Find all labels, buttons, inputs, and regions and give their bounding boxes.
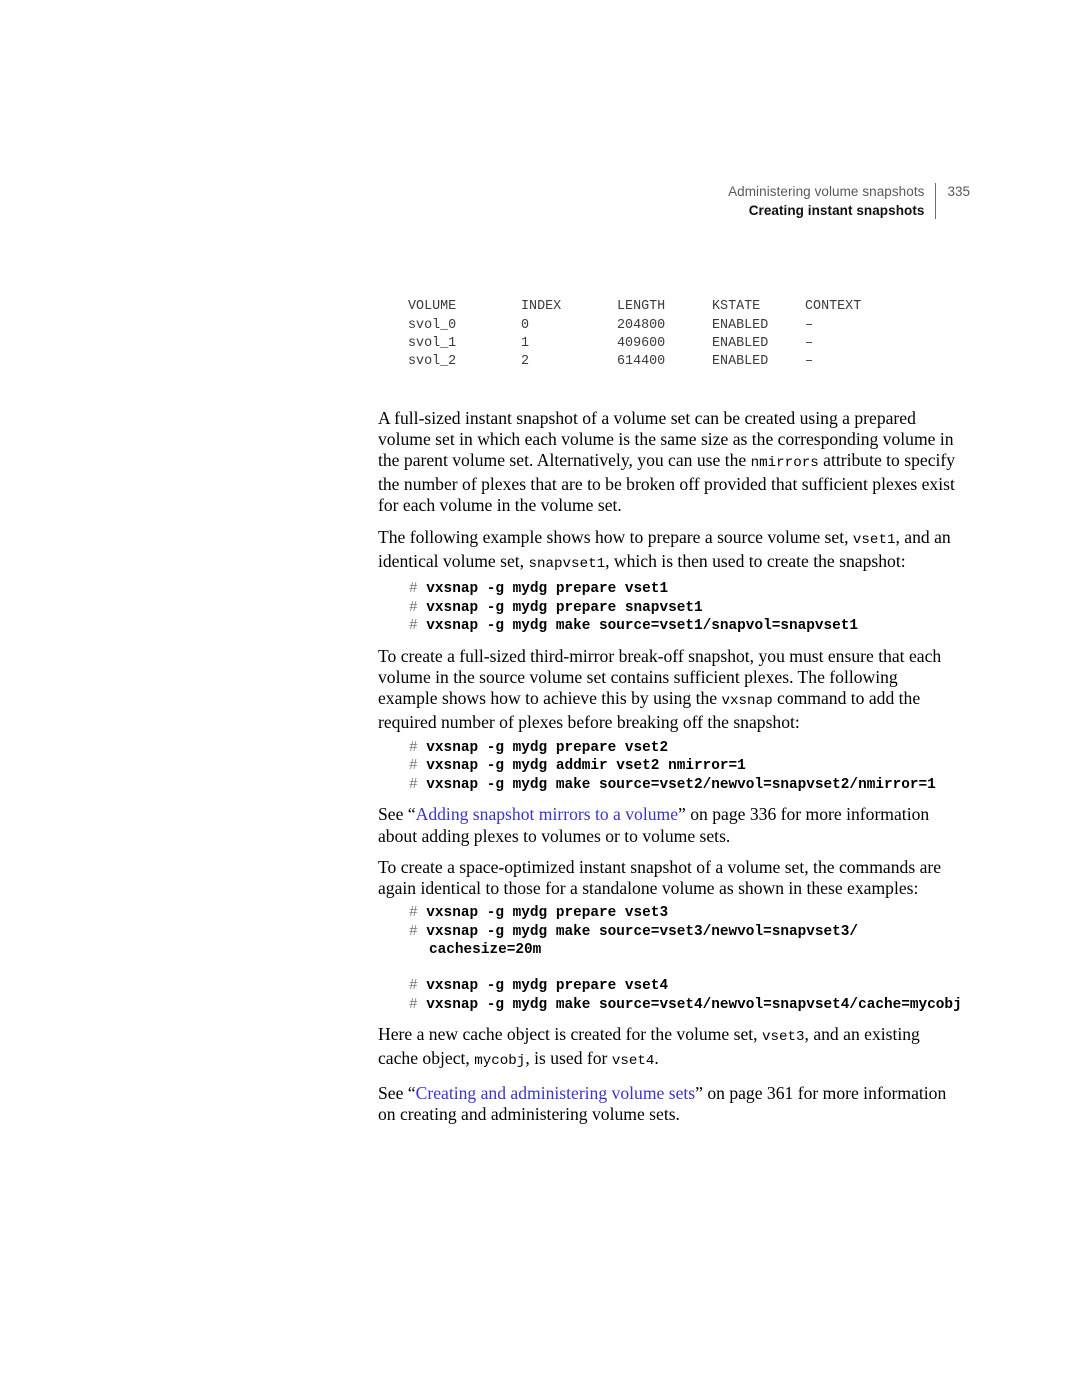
cell-context: –: [805, 317, 814, 333]
paragraph-third-mirror-breakoff: To create a full-sized third-mirror brea…: [378, 646, 960, 734]
command-text: vxsnap -g mydg make source=vset1/snapvol…: [426, 618, 859, 635]
inline-code-vxsnap: vxsnap: [721, 693, 773, 710]
command-line: # vxsnap -g mydg prepare vset2: [409, 739, 960, 758]
shell-prompt: #: [409, 758, 427, 775]
cross-reference-link-creating-volume-sets[interactable]: Creating and administering volume sets: [416, 1083, 696, 1103]
inline-code-nmirrors: nmirrors: [750, 455, 819, 472]
command-text: vxsnap -g mydg prepare vset4: [426, 978, 669, 995]
cell-context: –: [805, 335, 814, 351]
command-block-vset3-vset4: # vxsnap -g mydg prepare vset3 # vxsnap …: [409, 904, 962, 1015]
shell-prompt: #: [409, 739, 427, 756]
column-header-context: CONTEXT: [805, 299, 862, 315]
command-line: # vxsnap -g mydg prepare vset1: [409, 580, 960, 599]
command-block-spacer: [409, 960, 960, 977]
running-header: Administering volume snapshots Creating …: [728, 182, 970, 220]
cell-volume: svol_1: [408, 335, 457, 351]
paragraph-full-sized-snapshot: A full-sized instant snapshot of a volum…: [378, 408, 960, 517]
column-header-index: INDEX: [521, 299, 562, 315]
inline-code-vset3: vset3: [761, 1029, 805, 1046]
command-text: vxsnap -g mydg prepare vset2: [426, 739, 669, 756]
cli-output-table: VOLUME INDEX LENGTH KSTATE CONTEXT svol_0 0 204…: [408, 262, 960, 408]
command-line: # vxsnap -g mydg prepare vset4: [409, 977, 960, 996]
cell-length: 409600: [617, 335, 666, 351]
table-row: svol_2 2 614400 ENABLED –: [408, 353, 960, 371]
column-header-volume: VOLUME: [408, 299, 457, 315]
command-line: # vxsnap -g mydg prepare vset3: [409, 904, 960, 923]
command-text: vxsnap -g mydg addmir vset2 nmirror=1: [426, 758, 746, 775]
paragraph-text: .: [654, 1048, 659, 1069]
shell-prompt: #: [409, 996, 427, 1013]
command-block-vset2: # vxsnap -g mydg prepare vset2 # vxsnap …: [409, 739, 960, 795]
paragraph-text: The following example shows how to prepa…: [378, 526, 853, 547]
command-text: vxsnap -g mydg make source=vset3/newvol=…: [426, 923, 859, 940]
inline-code-vset4: vset4: [611, 1053, 655, 1070]
command-text: vxsnap -g mydg make source=vset4/newvol=…: [426, 996, 962, 1013]
shell-prompt: #: [409, 905, 427, 922]
cell-index: 0: [521, 317, 530, 333]
command-text: vxsnap -g mydg prepare vset3: [426, 905, 669, 922]
cell-length: 204800: [617, 317, 666, 333]
column-header-length: LENGTH: [617, 299, 666, 315]
header-chapter-section: Creating instant snapshots: [748, 203, 925, 218]
shell-prompt: #: [409, 618, 427, 635]
shell-prompt: #: [409, 581, 427, 598]
command-line: # vxsnap -g mydg make source=vset2/newvo…: [409, 776, 960, 795]
paragraph-see-creating-volume-sets: See “Creating and administering volume s…: [378, 1083, 960, 1125]
cell-volume: svol_2: [408, 354, 457, 370]
paragraph-text: Here a new cache object is created for t…: [378, 1024, 762, 1045]
command-line: # vxsnap -g mydg make source=vset4/newvo…: [409, 996, 962, 1015]
command-line: # vxsnap -g mydg make source=vset3/newvo…: [409, 923, 960, 942]
command-line: # vxsnap -g mydg prepare snapvset1: [409, 599, 960, 618]
header-title-group: Administering volume snapshots Creating …: [728, 182, 935, 220]
inline-code-vset1: vset1: [852, 531, 896, 548]
cell-index: 2: [521, 354, 530, 370]
command-text: vxsnap -g mydg prepare vset1: [426, 581, 669, 598]
cell-context: –: [805, 354, 814, 370]
cell-length: 614400: [617, 354, 666, 370]
page-number: 335: [947, 184, 970, 199]
cell-index: 1: [521, 335, 530, 351]
shell-prompt: #: [409, 776, 427, 793]
command-text: vxsnap -g mydg make source=vset2/newvol=…: [426, 776, 936, 793]
command-line: # vxsnap -g mydg make source=vset1/snapv…: [409, 617, 960, 636]
column-header-kstate: KSTATE: [712, 299, 761, 315]
paragraph-text: , is used for: [525, 1048, 612, 1069]
paragraph-text: See “: [378, 1082, 416, 1103]
shell-prompt: #: [409, 599, 427, 616]
page-content: VOLUME INDEX LENGTH KSTATE CONTEXT svol_0 0 204…: [378, 262, 962, 1125]
paragraph-following-example: The following example shows how to prepa…: [378, 527, 960, 575]
inline-code-snapvset1: snapvset1: [528, 555, 606, 572]
command-line: # vxsnap -g mydg addmir vset2 nmirror=1: [409, 757, 960, 776]
header-book-section: Administering volume snapshots: [728, 184, 925, 199]
inline-code-mycobj: mycobj: [474, 1053, 526, 1070]
paragraph-cache-object-explanation: Here a new cache object is created for t…: [378, 1024, 960, 1072]
shell-prompt: #: [409, 978, 427, 995]
table-row: svol_1 1 409600 ENABLED –: [408, 335, 960, 353]
table-row: svol_0 0 204800 ENABLED –: [408, 317, 960, 335]
shell-prompt: #: [409, 923, 427, 940]
paragraph-see-adding-snapshot-mirrors: See “Adding snapshot mirrors to a volume…: [378, 804, 960, 846]
paragraph-text: To create a space-optimized instant snap…: [378, 856, 942, 899]
cell-kstate: ENABLED: [712, 335, 769, 351]
cell-kstate: ENABLED: [712, 317, 769, 333]
command-line-continuation: cachesize=20m: [429, 942, 542, 959]
cell-volume: svol_0: [408, 317, 457, 333]
command-block-vset1: # vxsnap -g mydg prepare vset1 # vxsnap …: [409, 580, 960, 636]
paragraph-text: , which is then used to create the snaps…: [605, 550, 906, 571]
cell-kstate: ENABLED: [712, 354, 769, 370]
paragraph-text: See “: [378, 804, 416, 825]
table-header-row: VOLUME INDEX LENGTH KSTATE CONTEXT: [408, 298, 960, 316]
command-text: vxsnap -g mydg prepare snapvset1: [426, 599, 703, 616]
paragraph-space-optimized-snapshot: To create a space-optimized instant snap…: [378, 857, 960, 899]
cross-reference-link-adding-snapshot-mirrors[interactable]: Adding snapshot mirrors to a volume: [416, 804, 678, 824]
